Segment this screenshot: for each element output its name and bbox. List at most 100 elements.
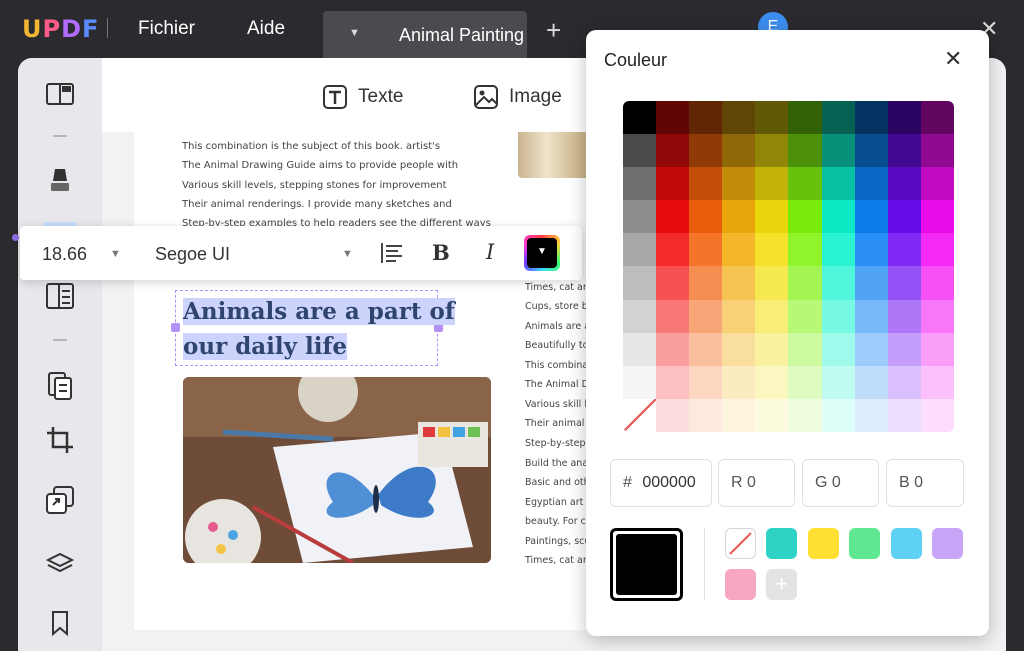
color-cell[interactable]	[689, 332, 723, 366]
bold-button[interactable]: B	[432, 240, 450, 265]
column-text-line[interactable]: Cups, store b	[525, 301, 587, 312]
color-cell[interactable]	[623, 398, 657, 432]
color-cell[interactable]	[623, 365, 657, 399]
document-tab[interactable]: ▼ Animal Painting	[323, 11, 527, 58]
color-cell[interactable]	[623, 233, 657, 267]
color-cell[interactable]	[755, 200, 789, 234]
color-cell[interactable]	[689, 134, 723, 168]
color-cell[interactable]	[887, 266, 921, 300]
column-text-line[interactable]: Paintings, scu	[525, 536, 587, 547]
color-cell[interactable]	[788, 200, 822, 234]
color-cell[interactable]	[656, 134, 690, 168]
color-cell[interactable]	[887, 299, 921, 333]
color-cell[interactable]	[920, 299, 954, 333]
color-cell[interactable]	[920, 200, 954, 234]
font-size-dropdown-icon[interactable]: ▼	[110, 248, 121, 260]
layers-icon[interactable]	[42, 546, 78, 582]
color-cell[interactable]	[689, 398, 723, 432]
color-cell[interactable]	[920, 134, 954, 168]
color-cell[interactable]	[755, 101, 789, 135]
color-cell[interactable]	[854, 134, 888, 168]
color-cell[interactable]	[755, 299, 789, 333]
color-cell[interactable]	[689, 299, 723, 333]
color-cell[interactable]	[854, 233, 888, 267]
color-cell[interactable]	[854, 332, 888, 366]
color-cell[interactable]	[755, 398, 789, 432]
column-text-line[interactable]: Their animal	[525, 418, 587, 429]
color-cell[interactable]	[920, 233, 954, 267]
color-cell[interactable]	[722, 167, 756, 201]
color-cell[interactable]	[788, 134, 822, 168]
convert-icon[interactable]	[42, 482, 78, 518]
new-tab-button[interactable]: +	[546, 17, 561, 43]
color-cell[interactable]	[887, 101, 921, 135]
color-cell[interactable]	[755, 365, 789, 399]
color-cell[interactable]	[821, 233, 855, 267]
color-cell[interactable]	[821, 200, 855, 234]
menu-fichier[interactable]: Fichier	[138, 18, 195, 40]
color-cell[interactable]	[854, 266, 888, 300]
font-family-dropdown-icon[interactable]: ▼	[342, 248, 353, 260]
green-input[interactable]: G 0	[802, 459, 879, 507]
color-cell[interactable]	[623, 332, 657, 366]
color-cell[interactable]	[755, 134, 789, 168]
form-icon[interactable]	[42, 278, 78, 314]
align-left-icon[interactable]	[380, 242, 404, 269]
column-text-line[interactable]: Times, cat an	[525, 282, 587, 293]
color-cell[interactable]	[788, 365, 822, 399]
font-family-field[interactable]: Segoe UI	[155, 244, 230, 265]
column-text-line[interactable]: The Animal D	[525, 379, 587, 390]
color-cell[interactable]	[821, 398, 855, 432]
color-cell[interactable]	[854, 398, 888, 432]
column-text-line[interactable]: Beautifully to	[525, 340, 587, 351]
color-cell[interactable]	[689, 200, 723, 234]
color-cell[interactable]	[722, 134, 756, 168]
color-cell[interactable]	[887, 398, 921, 432]
color-cell[interactable]	[755, 167, 789, 201]
color-cell[interactable]	[821, 365, 855, 399]
color-cell[interactable]	[623, 299, 657, 333]
color-cell[interactable]	[689, 167, 723, 201]
color-cell[interactable]	[722, 365, 756, 399]
column-text-line[interactable]: Basic and oth	[525, 477, 587, 488]
color-cell[interactable]	[821, 167, 855, 201]
color-cell[interactable]	[821, 266, 855, 300]
color-cell[interactable]	[623, 134, 657, 168]
column-text-line[interactable]: beauty. For c	[525, 516, 587, 527]
color-cell[interactable]	[788, 398, 822, 432]
page-image-thumbnail[interactable]	[518, 132, 590, 178]
color-cell[interactable]	[722, 101, 756, 135]
font-size-field[interactable]: 18.66	[42, 244, 87, 265]
color-cell[interactable]	[689, 233, 723, 267]
color-cell[interactable]	[623, 200, 657, 234]
color-grid[interactable]	[623, 101, 954, 432]
color-cell[interactable]	[656, 299, 690, 333]
color-cell[interactable]	[854, 101, 888, 135]
color-cell[interactable]	[788, 167, 822, 201]
red-input[interactable]: R 0	[718, 459, 795, 507]
color-cell[interactable]	[689, 365, 723, 399]
column-text-line[interactable]: Various skill l	[525, 399, 587, 410]
body-text-line[interactable]: This combination is the subject of this …	[182, 141, 440, 152]
tab-dropdown-icon[interactable]: ▼	[349, 27, 360, 39]
color-cell[interactable]	[722, 200, 756, 234]
body-text-line[interactable]: Various skill levels, stepping stones fo…	[182, 180, 447, 191]
color-cell[interactable]	[920, 266, 954, 300]
recent-color-swatch[interactable]	[766, 528, 797, 559]
body-text-line[interactable]: Their animal renderings. I provide many …	[182, 199, 452, 210]
recent-color-swatch[interactable]	[932, 528, 963, 559]
color-cell[interactable]	[920, 167, 954, 201]
bookmark-icon[interactable]	[42, 605, 78, 641]
blue-input[interactable]: B 0	[886, 459, 964, 507]
color-cell[interactable]	[656, 266, 690, 300]
color-cell[interactable]	[854, 167, 888, 201]
column-text-line[interactable]: Times, cat an	[525, 555, 587, 566]
color-cell[interactable]	[887, 134, 921, 168]
organize-pages-icon[interactable]	[42, 368, 78, 404]
color-cell[interactable]	[821, 299, 855, 333]
color-cell[interactable]	[656, 332, 690, 366]
color-cell[interactable]	[887, 332, 921, 366]
color-cell[interactable]	[656, 398, 690, 432]
color-cell[interactable]	[920, 101, 954, 135]
color-cell[interactable]	[755, 332, 789, 366]
